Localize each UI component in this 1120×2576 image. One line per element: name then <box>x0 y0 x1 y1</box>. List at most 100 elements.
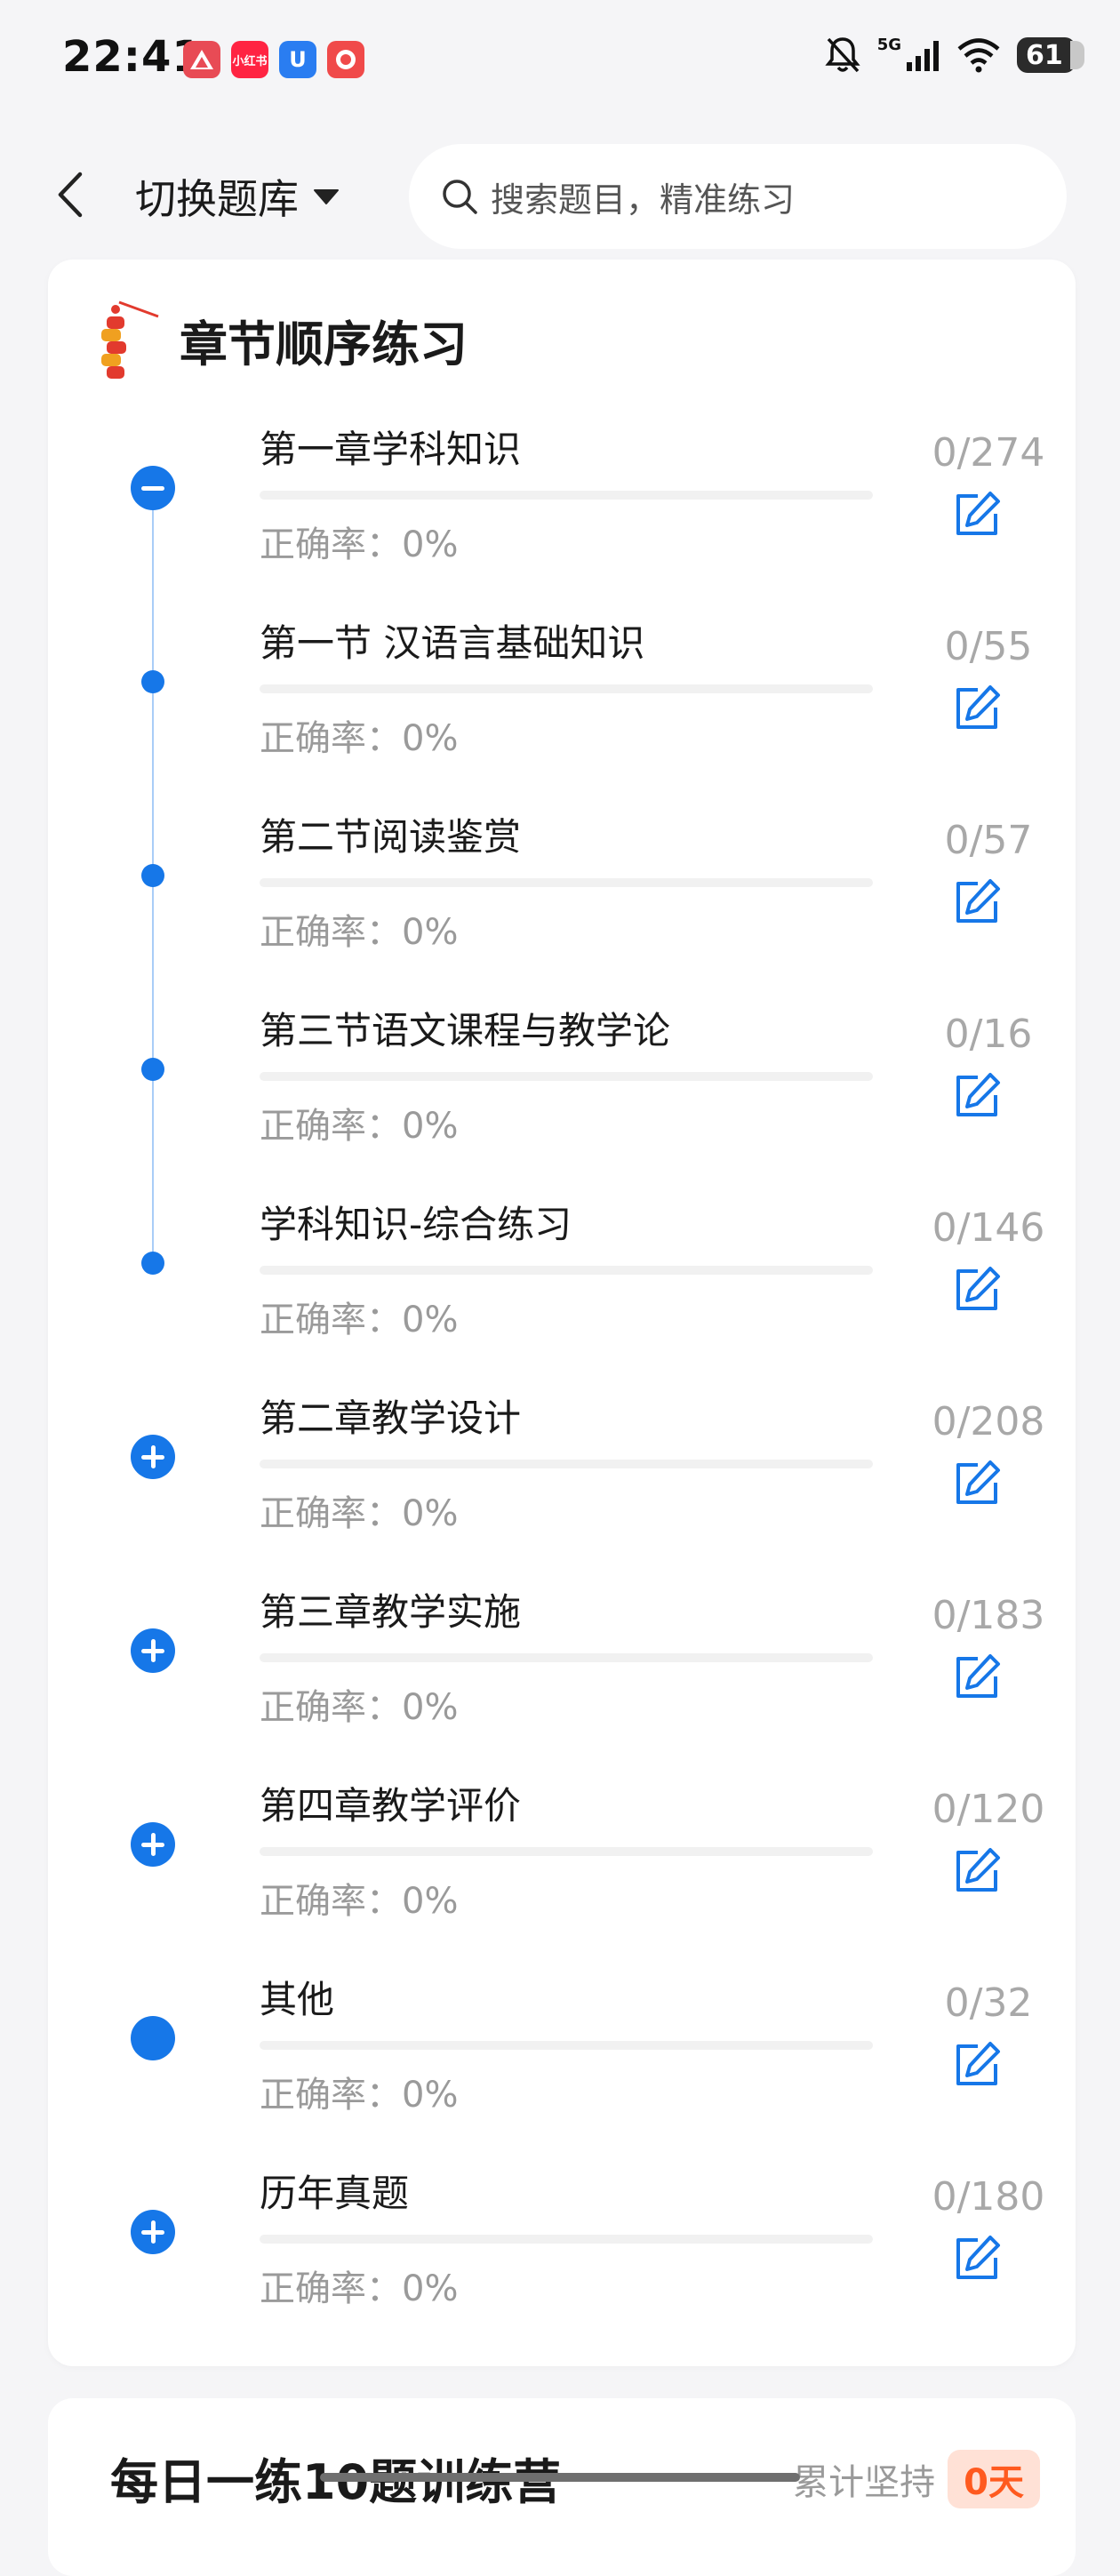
bell-off-icon <box>825 37 860 73</box>
expand-icon[interactable] <box>131 2210 175 2254</box>
timeline-dot-icon <box>141 864 164 887</box>
chapter-row[interactable]: 第一章学科知识 正确率：0% 0/274 <box>48 420 1076 613</box>
chapter-row[interactable]: 第四章教学评价 正确率：0% 0/120 <box>48 1776 1076 1970</box>
chapter-name: 第二章教学设计 <box>260 1396 522 1440</box>
question-count: 0/55 <box>944 624 1033 669</box>
progress-bar <box>260 2041 873 2050</box>
cell-signal-icon <box>907 41 939 71</box>
firecracker-icon <box>101 300 159 379</box>
chapter-name: 第三节语文课程与教学论 <box>260 1009 671 1052</box>
edit-icon <box>956 2236 1000 2279</box>
accuracy-text: 正确率：0% <box>260 912 459 953</box>
chapter-name: 历年真题 <box>260 2172 410 2215</box>
practice-edit-button[interactable] <box>948 2229 1006 2288</box>
practice-edit-button[interactable] <box>948 1260 1006 1319</box>
progress-bar <box>260 2235 873 2244</box>
chapter-name: 第一节 汉语言基础知识 <box>260 621 645 665</box>
streak-info: 累计坚持 0天 <box>793 2450 1040 2508</box>
expand-icon[interactable] <box>131 1435 175 1479</box>
streak-badge: 0天 <box>948 2450 1040 2508</box>
accuracy-text: 正确率：0% <box>260 1687 459 1728</box>
progress-bar <box>260 684 873 693</box>
accuracy-text: 正确率：0% <box>260 718 459 759</box>
practice-edit-button[interactable] <box>948 679 1006 738</box>
edit-icon <box>956 492 1000 535</box>
chapter-row[interactable]: 第一节 汉语言基础知识 正确率：0% 0/55 <box>48 613 1076 807</box>
edit-icon <box>956 1267 1000 1310</box>
chapter-name: 其他 <box>260 1978 335 2021</box>
progress-bar <box>260 1653 873 1662</box>
timeline-node-icon <box>131 2016 175 2060</box>
chapter-practice-card: 章节顺序练习 第一章学科知识 正确率：0% 0/274 第一节 汉语言基础知识 … <box>48 260 1076 2366</box>
question-count: 0/274 <box>932 430 1045 476</box>
practice-edit-button[interactable] <box>948 1454 1006 1513</box>
edit-icon <box>956 1848 1000 1892</box>
question-count: 0/57 <box>944 818 1033 863</box>
progress-bar <box>260 1847 873 1856</box>
app-icon-3: U <box>279 41 316 78</box>
chapter-row[interactable]: 其他 正确率：0% 0/32 <box>48 1970 1076 2164</box>
practice-edit-button[interactable] <box>948 873 1006 932</box>
accuracy-text: 正确率：0% <box>260 1881 459 1922</box>
status-bar: 22:41 小红书 U 5G 61 <box>0 0 1120 120</box>
practice-edit-button[interactable] <box>948 2036 1006 2094</box>
chapter-name: 第三章教学实施 <box>260 1590 522 1634</box>
section-title: 章节顺序练习 <box>180 316 468 372</box>
practice-edit-button[interactable] <box>948 1842 1006 1900</box>
chapter-row[interactable]: 第三章教学实施 正确率：0% 0/183 <box>48 1582 1076 1776</box>
home-indicator[interactable] <box>320 2473 800 2482</box>
switch-question-bank-button[interactable]: 切换题库 <box>135 165 340 228</box>
practice-edit-button[interactable] <box>948 1067 1006 1125</box>
practice-edit-button[interactable] <box>948 485 1006 544</box>
collapse-icon[interactable] <box>131 466 175 510</box>
app-icon-4 <box>327 41 364 78</box>
streak-label: 累计坚持 <box>793 2462 936 2503</box>
question-count: 0/16 <box>944 1012 1033 1057</box>
chapter-row[interactable]: 第二章教学设计 正确率：0% 0/208 <box>48 1388 1076 1582</box>
accuracy-text: 正确率：0% <box>260 2075 459 2116</box>
clock: 22:41 <box>62 32 203 82</box>
edit-icon <box>956 2042 1000 2085</box>
edit-icon <box>956 685 1000 729</box>
edit-icon <box>956 1073 1000 1116</box>
question-count: 0/180 <box>932 2174 1045 2220</box>
timeline-dot-icon <box>141 670 164 693</box>
search-placeholder: 搜索题目，精准练习 <box>491 180 796 220</box>
network-label: 5G <box>876 35 901 54</box>
chapter-name: 第一章学科知识 <box>260 428 522 471</box>
daily-practice-card[interactable]: 每日一练10题训练营 累计坚持 0天 <box>48 2398 1076 2576</box>
chapter-row[interactable]: 第三节语文课程与教学论 正确率：0% 0/16 <box>48 1001 1076 1195</box>
accuracy-text: 正确率：0% <box>260 2268 459 2309</box>
question-count: 0/146 <box>932 1205 1045 1251</box>
question-count: 0/120 <box>932 1787 1045 1832</box>
chapter-row[interactable]: 第二节阅读鉴赏 正确率：0% 0/57 <box>48 807 1076 1001</box>
expand-icon[interactable] <box>131 1822 175 1867</box>
accuracy-text: 正确率：0% <box>260 1300 459 1340</box>
expand-icon[interactable] <box>131 1628 175 1673</box>
top-navigation: 切换题库 搜索题目，精准练习 <box>0 133 1120 258</box>
chapter-row[interactable]: 学科知识-综合练习 正确率：0% 0/146 <box>48 1195 1076 1388</box>
accuracy-text: 正确率：0% <box>260 1106 459 1147</box>
timeline-dot-icon <box>141 1058 164 1081</box>
back-button[interactable] <box>50 165 91 224</box>
edit-icon <box>956 1654 1000 1698</box>
edit-icon <box>956 879 1000 923</box>
accuracy-text: 正确率：0% <box>260 524 459 565</box>
progress-bar <box>260 1460 873 1468</box>
timeline-dot-icon <box>141 1252 164 1275</box>
chapter-row[interactable]: 历年真题 正确率：0% 0/180 <box>48 2164 1076 2357</box>
system-icons: 5G 61 <box>824 35 1084 75</box>
notification-app-icons: 小红书 U <box>183 41 364 78</box>
app-icon-1 <box>183 41 220 78</box>
chapter-name: 第四章教学评价 <box>260 1784 522 1828</box>
progress-bar <box>260 878 873 887</box>
edit-icon <box>956 1460 1000 1504</box>
battery-level: 61 <box>1026 39 1063 71</box>
search-input[interactable]: 搜索题目，精准练习 <box>409 144 1067 249</box>
battery-indicator: 61 <box>1017 37 1084 73</box>
question-count: 0/183 <box>932 1593 1045 1638</box>
chapter-name: 学科知识-综合练习 <box>260 1203 572 1246</box>
caret-down-icon <box>314 189 339 204</box>
practice-edit-button[interactable] <box>948 1648 1006 1707</box>
accuracy-text: 正确率：0% <box>260 1493 459 1534</box>
